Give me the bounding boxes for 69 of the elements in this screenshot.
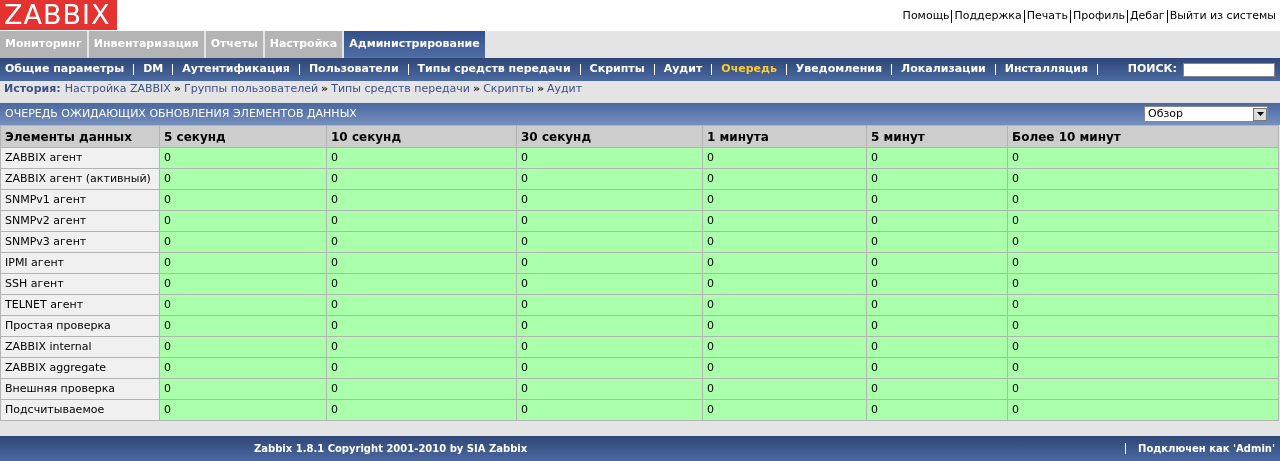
column-header: 5 минут xyxy=(866,125,1008,148)
column-header: 5 секунд xyxy=(159,125,327,148)
table-cell: 0 xyxy=(1007,357,1279,379)
table-cell: ZABBIX агент xyxy=(0,147,160,169)
main-tab[interactable]: Администрирование xyxy=(344,31,485,58)
search-field[interactable] xyxy=(1183,62,1275,77)
table-cell: 0 xyxy=(1007,147,1279,169)
history-label: История: xyxy=(4,81,61,98)
sub-menu-item[interactable]: Очередь xyxy=(721,61,777,78)
sub-menu-item[interactable]: Уведомления xyxy=(795,61,883,78)
table-cell: 0 xyxy=(1007,189,1279,211)
table-cell: SNMPv2 агент xyxy=(0,210,160,232)
separator-icon: » xyxy=(321,81,329,98)
connected-user: Подключен как 'Admin' xyxy=(1138,442,1275,456)
table-cell: ZABBIX internal xyxy=(0,336,160,358)
sub-menu-item[interactable]: Пользователи xyxy=(308,61,399,78)
history-link[interactable]: Типы средств передачи xyxy=(331,81,470,98)
sub-menu-item[interactable]: Скрипты xyxy=(589,61,645,78)
table-cell: SNMPv1 агент xyxy=(0,189,160,211)
top-link[interactable]: Помощь xyxy=(902,8,950,25)
table-cell: 0 xyxy=(1007,273,1279,295)
history-link[interactable]: Скрипты xyxy=(483,81,534,98)
table-cell: 0 xyxy=(1007,252,1279,274)
sub-menu-item[interactable]: Аутентификация xyxy=(182,61,290,78)
history-link[interactable]: Настройка ZABBIX xyxy=(64,81,171,98)
view-select[interactable]: Обзор xyxy=(1144,106,1268,122)
copyright: Zabbix 1.8.1 Copyright 2001-2010 by SIA Zabbix xyxy=(254,442,528,456)
panel-title: ОЧЕРЕДЬ ОЖИДАЮЩИХ ОБНОВЛЕНИЯ ЭЛЕМЕНТОВ ДАННЫХ xyxy=(5,105,357,122)
table-cell: TELNET агент xyxy=(0,294,160,316)
dropdown-icon xyxy=(1253,107,1267,121)
table-cell: ZABBIX агент (активный) xyxy=(0,168,160,190)
top-link[interactable]: Профиль xyxy=(1072,8,1125,25)
sub-menu-item[interactable]: Аудит xyxy=(663,61,703,78)
table-cell: 0 xyxy=(1007,378,1279,400)
table-cell: 0 xyxy=(1007,399,1279,421)
separator-icon: » xyxy=(173,81,181,98)
top-link[interactable]: Поддержка xyxy=(954,8,1022,25)
table-cell: Простая проверка xyxy=(0,315,160,337)
table-cell: 0 xyxy=(1007,231,1279,253)
search-label: ПОИСК: xyxy=(1127,61,1177,78)
top-link[interactable]: Печать xyxy=(1026,8,1068,25)
sub-menu-item[interactable]: Типы средств передачи xyxy=(417,61,571,78)
table-cell: Подсчитываемое xyxy=(0,399,160,421)
table-cell: SNMPv3 агент xyxy=(0,231,160,253)
top-link[interactable]: Выйти из системы xyxy=(1169,8,1276,25)
history-link[interactable]: Группы пользователей xyxy=(183,81,319,98)
table-cell: 0 xyxy=(1007,294,1279,316)
column-header: Элементы данных xyxy=(0,125,160,148)
column-header: Более 10 минут xyxy=(1007,125,1279,148)
logo: ZABBIX xyxy=(0,0,117,30)
column-header: 30 секунд xyxy=(516,125,703,148)
sub-menu-item[interactable]: DM xyxy=(143,61,164,78)
table-cell: 0 xyxy=(1007,336,1279,358)
sub-menu-item[interactable]: Инсталляция xyxy=(1004,61,1089,78)
table-cell: 0 xyxy=(1007,315,1279,337)
column-header: 10 секунд xyxy=(326,125,517,148)
table-cell: 0 xyxy=(1007,168,1279,190)
column-header: 1 минута xyxy=(702,125,867,148)
table-cell: IPMI агент xyxy=(0,252,160,274)
table-cell: 0 xyxy=(1007,210,1279,232)
top-link[interactable]: Дебаг xyxy=(1130,8,1165,25)
sub-menu-item[interactable]: Локализации xyxy=(901,61,986,78)
separator-icon: » xyxy=(473,81,481,98)
table-cell: SSH агент xyxy=(0,273,160,295)
sub-menu-item[interactable]: Общие параметры xyxy=(5,61,125,78)
table-cell: ZABBIX aggregate xyxy=(0,357,160,379)
table-cell: Внешняя проверка xyxy=(0,378,160,400)
separator-icon: » xyxy=(536,81,544,98)
history-link[interactable]: Аудит xyxy=(547,81,583,98)
